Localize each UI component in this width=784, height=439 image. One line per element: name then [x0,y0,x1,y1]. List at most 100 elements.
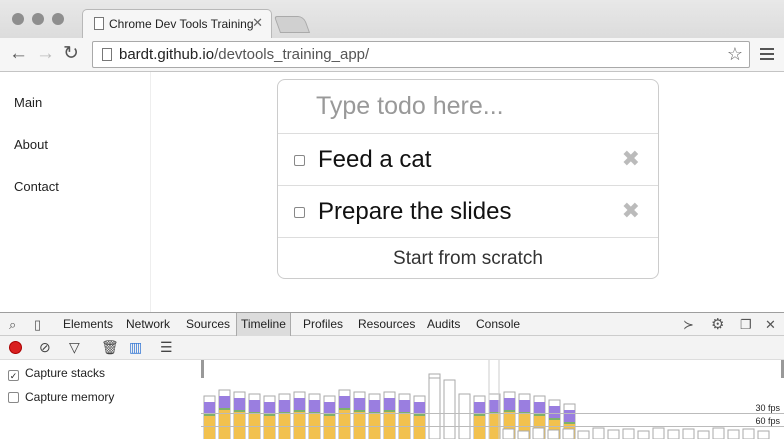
frame-bar[interactable] [562,428,575,439]
todo-item: Feed a cat ✖ [278,134,658,186]
capture-memory-label: Capture memory [25,390,115,404]
frame-bar[interactable] [697,430,710,439]
range-handle-left[interactable] [201,360,204,378]
frame-bar[interactable] [413,395,426,439]
url-text: bardt.github.io/devtools_training_app/ [119,46,369,63]
show-drawer-icon[interactable]: ≻ [683,317,694,333]
sidebar-item-about[interactable]: About [14,137,48,152]
fps60-label: 60 fps [755,416,780,426]
todo-input[interactable] [278,80,658,134]
todo-card: Feed a cat ✖ Prepare the slides ✖ Start … [277,79,659,279]
frame-bar[interactable] [308,393,321,439]
frame-bar[interactable] [592,427,605,439]
capture-stacks-label: Capture stacks [25,366,106,380]
close-devtools-icon[interactable]: ✕ [765,317,776,333]
frame-bars-chart [201,360,784,439]
frame-bar[interactable] [547,429,560,439]
frame-bar[interactable] [488,393,501,439]
tab-network[interactable]: Network [122,313,174,336]
tab-console[interactable]: Console [472,313,524,336]
idle-frame-bar[interactable] [458,393,471,439]
inspect-search-icon[interactable]: ⌕ [9,317,16,333]
forward-arrow-icon[interactable]: → [36,43,55,65]
capture-memory-option[interactable]: Capture memory [8,390,114,404]
todo-checkbox[interactable] [294,207,305,218]
frame-bar[interactable] [652,427,665,439]
frame-bar[interactable] [532,427,545,439]
frame-bar[interactable] [203,395,216,439]
record-button[interactable] [9,341,22,354]
tab-sources[interactable]: Sources [182,313,234,336]
clear-icon[interactable]: ⊘ [39,339,51,356]
frame-bar[interactable] [667,429,680,439]
hamburger-menu-icon[interactable] [760,48,774,63]
tab-profiles[interactable]: Profiles [299,313,347,336]
frame-bar[interactable] [263,395,276,439]
frame-bar[interactable] [218,389,231,439]
url-host: bardt.github.io [119,46,215,63]
frame-bar[interactable] [757,430,770,439]
back-arrow-icon[interactable]: ← [9,43,28,65]
todo-item: Prepare the slides ✖ [278,186,658,238]
delete-todo-icon[interactable]: ✖ [622,146,640,172]
close-tab-icon[interactable]: ✕ [252,15,263,31]
sidebar-item-contact[interactable]: Contact [14,179,59,194]
frame-bar[interactable] [712,427,725,439]
frame-bar[interactable] [383,391,396,439]
new-tab-button[interactable] [273,16,311,33]
tab-timeline[interactable]: Timeline [236,313,291,336]
frame-bar[interactable] [517,430,530,439]
sidebar-item-main[interactable]: Main [14,95,42,110]
delete-todo-icon[interactable]: ✖ [622,198,640,224]
flame-chart-icon[interactable]: ☰ [160,339,173,356]
todo-checkbox[interactable] [294,155,305,166]
filter-icon[interactable]: ▽ [69,339,80,356]
page-icon [94,17,104,30]
start-from-scratch-button[interactable]: Start from scratch [278,239,658,278]
browser-tab[interactable]: Chrome Dev Tools Training ✕ [82,9,272,38]
zoom-window-button[interactable] [52,13,64,25]
capture-memory-checkbox[interactable] [8,392,19,403]
frame-bar[interactable] [637,430,650,439]
tab-elements[interactable]: Elements [59,313,117,336]
frame-bar[interactable] [293,391,306,439]
device-mode-icon[interactable]: ▯ [34,317,41,333]
dock-side-icon[interactable]: ❐ [740,317,752,333]
close-window-button[interactable] [12,13,24,25]
frame-bar[interactable] [233,391,246,439]
fps30-line [201,413,784,414]
trash-icon[interactable]: 🗑 [101,339,119,356]
todo-text: Prepare the slides [318,198,512,225]
frame-bar[interactable] [742,428,755,439]
frame-bar[interactable] [338,389,351,439]
idle-frame-bar[interactable] [428,377,441,439]
frame-bar[interactable] [682,428,695,439]
frame-bar[interactable] [248,393,261,439]
frame-bar[interactable] [727,429,740,439]
capture-stacks-checkbox[interactable]: ✓ [8,370,19,381]
frame-bar[interactable] [473,395,486,439]
frame-bar[interactable] [577,430,590,439]
browser-toolbar: ← → ↻ bardt.github.io/devtools_training_… [0,38,784,72]
address-bar[interactable]: bardt.github.io/devtools_training_app/ ☆ [92,41,750,68]
bookmark-star-icon[interactable]: ☆ [727,44,743,65]
timeline-controls: ⊘ ▽ 🗑 ▥ ☰ [0,336,784,360]
tab-audits[interactable]: Audits [423,313,464,336]
idle-frame-bar[interactable] [443,379,456,439]
frame-bar[interactable] [353,391,366,439]
frame-bar[interactable] [278,393,291,439]
timeline-overview[interactable]: 30 fps 60 fps [201,360,784,439]
minimize-window-button[interactable] [32,13,44,25]
capture-stacks-option[interactable]: ✓ Capture stacks [8,366,105,381]
frame-bar[interactable] [622,428,635,439]
tab-resources[interactable]: Resources [354,313,419,336]
frame-bar[interactable] [502,428,515,439]
frame-bar[interactable] [607,429,620,439]
settings-gear-icon[interactable]: ⚙ [711,315,724,333]
frame-bar[interactable] [368,393,381,439]
reload-icon[interactable]: ↻ [63,43,79,65]
frames-view-icon[interactable]: ▥ [129,339,142,356]
frame-bar[interactable] [398,393,411,439]
frame-bar[interactable] [323,395,336,439]
fps60-line [201,426,784,427]
